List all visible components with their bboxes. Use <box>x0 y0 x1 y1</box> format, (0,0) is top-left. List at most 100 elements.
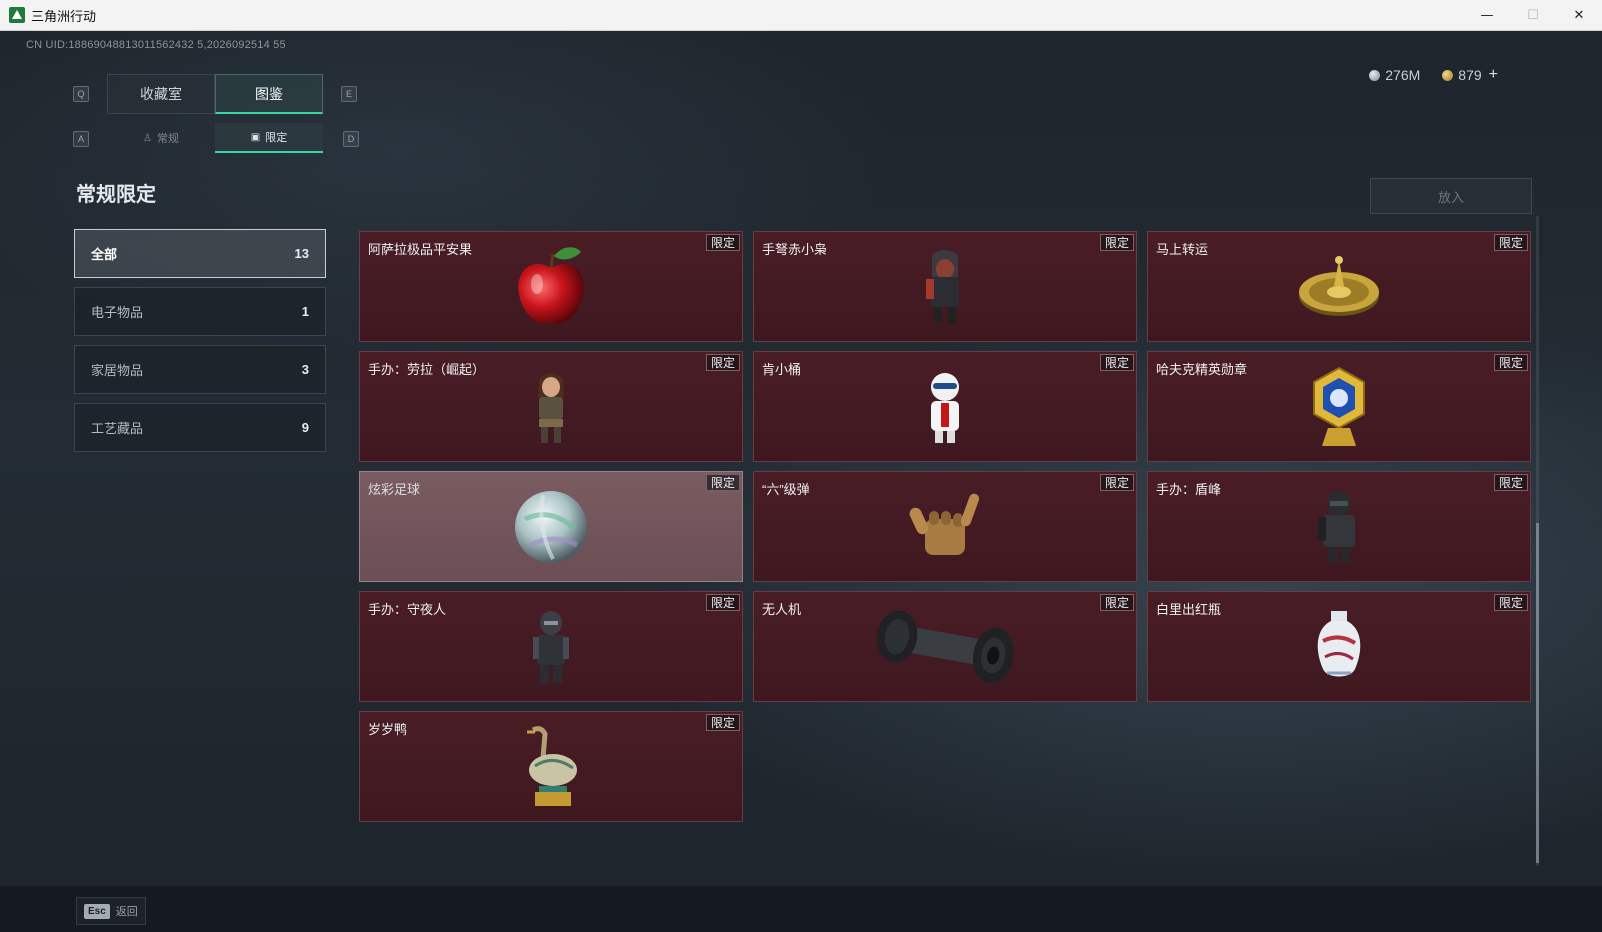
primary-tabs: 收藏室 图鉴 <box>107 74 323 114</box>
tab-collection-room[interactable]: 收藏室 <box>107 74 215 114</box>
figure-icon: ♙ <box>143 132 152 144</box>
currency-bar: 276M 879 + <box>1369 66 1498 84</box>
limited-badge: 限定 <box>705 234 740 251</box>
category-label: 家居物品 <box>91 363 144 378</box>
add-currency-button[interactable]: + <box>1489 66 1498 84</box>
window-controls: — ☐ ✕ <box>1464 0 1602 31</box>
category-count: 9 <box>301 420 309 435</box>
limited-badge: 限定 <box>1493 594 1528 611</box>
silver-amount: 276M <box>1385 67 1421 83</box>
esc-key-icon: Esc <box>84 903 110 919</box>
limited-badge: 限定 <box>1099 354 1134 371</box>
limited-badge: 限定 <box>705 594 740 611</box>
category-count: 1 <box>301 304 309 319</box>
item-card[interactable]: 哈夫克精英勋章 限定 <box>1147 351 1531 462</box>
item-card-selected[interactable]: 炫彩足球 限定 <box>359 471 743 582</box>
tab-catalog[interactable]: 图鉴 <box>215 74 323 114</box>
silver-currency: 276M <box>1369 66 1420 84</box>
item-name: “六”级弹 <box>762 482 810 497</box>
item-name: 马上转运 <box>1156 242 1209 257</box>
limited-badge: 限定 <box>705 714 740 731</box>
item-name: 手办：劳拉（崛起） <box>368 362 486 377</box>
delta-force-app-icon <box>9 7 25 23</box>
window-title: 三角洲行动 <box>31 8 97 24</box>
item-name: 阿萨拉极品平安果 <box>368 242 473 257</box>
medal-icon <box>1313 366 1365 446</box>
limited-badge: 限定 <box>1099 474 1134 491</box>
minimize-button[interactable]: — <box>1464 0 1510 31</box>
item-card[interactable]: 肯小桶 限定 <box>753 351 1137 462</box>
item-card[interactable]: 手办：守夜人 限定 <box>359 591 743 702</box>
limited-badge: 限定 <box>1099 594 1134 611</box>
figurine-armored-icon <box>1318 490 1355 563</box>
item-card[interactable]: 无人机 限定 <box>753 591 1137 702</box>
item-card[interactable]: 阿萨拉极品平安果 限定 <box>359 231 743 342</box>
game-viewport: CN UID:18869048813011562432 5,2026092514… <box>0 31 1602 932</box>
apple-icon <box>518 246 584 324</box>
item-name: 炫彩足球 <box>368 482 421 497</box>
item-card[interactable]: 白里出红瓶 限定 <box>1147 591 1531 702</box>
category-electronics[interactable]: 电子物品 1 <box>74 287 326 336</box>
limited-badge: 限定 <box>705 474 740 491</box>
key-hint-d: D <box>343 131 359 147</box>
category-label: 全部 <box>91 247 118 262</box>
window-titlebar: 三角洲行动 — ☐ ✕ <box>0 0 1602 31</box>
gold-currency: 879 + <box>1442 66 1498 84</box>
category-all[interactable]: 全部 13 <box>74 229 326 278</box>
figurine-colonel-icon <box>931 372 959 443</box>
tab-limited-label: 限定 <box>265 132 288 144</box>
drone-roller-icon <box>876 610 1014 683</box>
gold-coin-icon <box>1442 69 1454 81</box>
section-title: 常规限定 <box>76 184 156 206</box>
iridescent-ball-icon <box>515 490 587 563</box>
bronze-duck-icon <box>527 725 577 806</box>
bottom-bar <box>0 886 1602 932</box>
item-name: 白里出红瓶 <box>1156 602 1222 617</box>
porcelain-vase-icon <box>1317 610 1361 676</box>
limited-badge: 限定 <box>1099 234 1134 251</box>
category-count: 13 <box>294 246 309 261</box>
close-button[interactable]: ✕ <box>1556 0 1602 31</box>
figurine-lara-icon <box>538 372 564 443</box>
item-card[interactable]: 手弩赤小枭 限定 <box>753 231 1137 342</box>
category-household[interactable]: 家居物品 3 <box>74 345 326 394</box>
silver-coin-icon <box>1369 69 1381 81</box>
key-hint-e: E <box>341 86 357 102</box>
user-uid: CN UID:18869048813011562432 5,2026092514… <box>26 39 286 51</box>
tab-limited[interactable]: ▣ 限定 <box>215 123 323 153</box>
figurine-hooded-icon <box>926 249 959 323</box>
item-name: 手办：盾峰 <box>1156 482 1222 497</box>
picture-icon: ▣ <box>250 131 261 143</box>
item-name: 肯小桶 <box>762 362 802 377</box>
figurine-nightwatch-icon <box>533 610 569 683</box>
item-card[interactable]: 马上转运 限定 <box>1147 231 1531 342</box>
maximize-button[interactable]: ☐ <box>1510 0 1556 31</box>
back-button[interactable]: Esc 返回 <box>76 897 146 925</box>
golden-wheel-icon <box>1299 255 1379 316</box>
item-name: 手办：守夜人 <box>368 602 447 617</box>
category-label: 工艺藏品 <box>91 421 144 436</box>
scrollbar-thumb[interactable] <box>1536 523 1539 863</box>
item-name: 岁岁鸭 <box>368 722 408 737</box>
tab-regular[interactable]: ♙ 常规 <box>107 123 215 153</box>
item-name: 哈夫克精英勋章 <box>1156 362 1248 377</box>
key-hint-q: Q <box>73 86 89 102</box>
category-list: 全部 13 电子物品 1 家居物品 3 工艺藏品 9 <box>74 229 326 461</box>
item-card[interactable]: “六”级弹 限定 <box>753 471 1137 582</box>
item-name: 手弩赤小枭 <box>762 242 828 257</box>
limited-badge: 限定 <box>705 354 740 371</box>
item-card[interactable]: 手办：盾峰 限定 <box>1147 471 1531 582</box>
limited-badge: 限定 <box>1493 234 1528 251</box>
gesture-hand-icon <box>909 493 980 555</box>
key-hint-a: A <box>73 131 89 147</box>
category-label: 电子物品 <box>91 305 144 320</box>
limited-badge: 限定 <box>1493 354 1528 371</box>
item-card[interactable]: 岁岁鸭 限定 <box>359 711 743 822</box>
limited-badge: 限定 <box>1493 474 1528 491</box>
gold-amount: 879 <box>1458 67 1482 83</box>
put-in-button[interactable]: 放入 <box>1370 178 1532 214</box>
item-card[interactable]: 手办：劳拉（崛起） 限定 <box>359 351 743 462</box>
category-crafts[interactable]: 工艺藏品 9 <box>74 403 326 452</box>
tab-regular-label: 常规 <box>156 133 179 145</box>
category-count: 3 <box>301 362 309 377</box>
